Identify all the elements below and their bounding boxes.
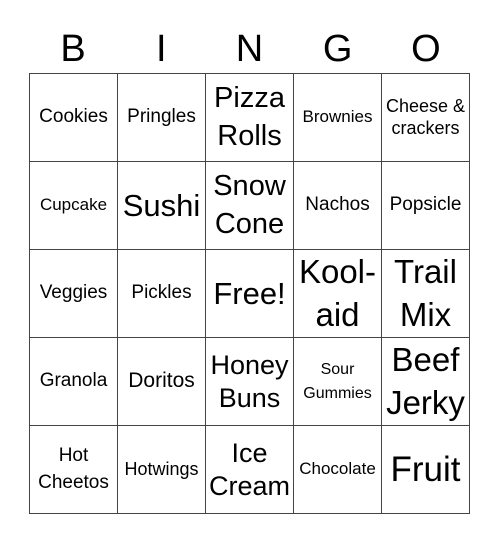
bingo-cell[interactable]: Nachos [293, 161, 382, 250]
bingo-cell[interactable]: Granola [29, 337, 118, 426]
bingo-cell[interactable]: Fruit [381, 425, 470, 514]
bingo-cell[interactable]: Trail Mix [381, 249, 470, 338]
bingo-row: Cupcake Sushi Snow Cone Nachos Popsicle [29, 161, 470, 250]
header-letter-b: B [60, 28, 86, 70]
free-space[interactable]: Free! [205, 249, 294, 338]
bingo-cell[interactable]: Kool-aid [293, 249, 382, 338]
bingo-cell[interactable]: Hot Cheetos [29, 425, 118, 514]
header-letter-o: O [411, 28, 441, 70]
bingo-cell[interactable]: Sour Gummies [293, 337, 382, 426]
bingo-cell[interactable]: Cheese & crackers [381, 73, 470, 162]
bingo-cell[interactable]: Ice Cream [205, 425, 294, 514]
bingo-card: Cookies Pringles Pizza Rolls Brownies Ch… [29, 73, 470, 514]
bingo-cell[interactable]: Pringles [117, 73, 206, 162]
bingo-cell[interactable]: Popsicle [381, 161, 470, 250]
header-letter-n: N [235, 28, 264, 70]
bingo-cell[interactable]: Doritos [117, 337, 206, 426]
bingo-row: Veggies Pickles Free! Kool-aid Trail Mix [29, 249, 470, 338]
bingo-cell[interactable]: Beef Jerky [381, 337, 470, 426]
bingo-cell[interactable]: Snow Cone [205, 161, 294, 250]
bingo-cell[interactable]: Veggies [29, 249, 118, 338]
header-letter-g: G [322, 28, 353, 70]
header-letter-i: I [156, 28, 167, 70]
bingo-cell[interactable]: Brownies [293, 73, 382, 162]
bingo-cell[interactable]: Sushi [117, 161, 206, 250]
bingo-cell[interactable]: Pickles [117, 249, 206, 338]
bingo-header: B I N G O [29, 26, 470, 72]
bingo-cell[interactable]: Chocolate [293, 425, 382, 514]
bingo-cell[interactable]: Hotwings [117, 425, 206, 514]
bingo-row: Cookies Pringles Pizza Rolls Brownies Ch… [29, 73, 470, 162]
bingo-cell[interactable]: Cookies [29, 73, 118, 162]
bingo-row: Hot Cheetos Hotwings Ice Cream Chocolate… [29, 425, 470, 514]
bingo-cell[interactable]: Pizza Rolls [205, 73, 294, 162]
bingo-row: Granola Doritos Honey Buns Sour Gummies … [29, 337, 470, 426]
bingo-cell[interactable]: Cupcake [29, 161, 118, 250]
bingo-cell[interactable]: Honey Buns [205, 337, 294, 426]
